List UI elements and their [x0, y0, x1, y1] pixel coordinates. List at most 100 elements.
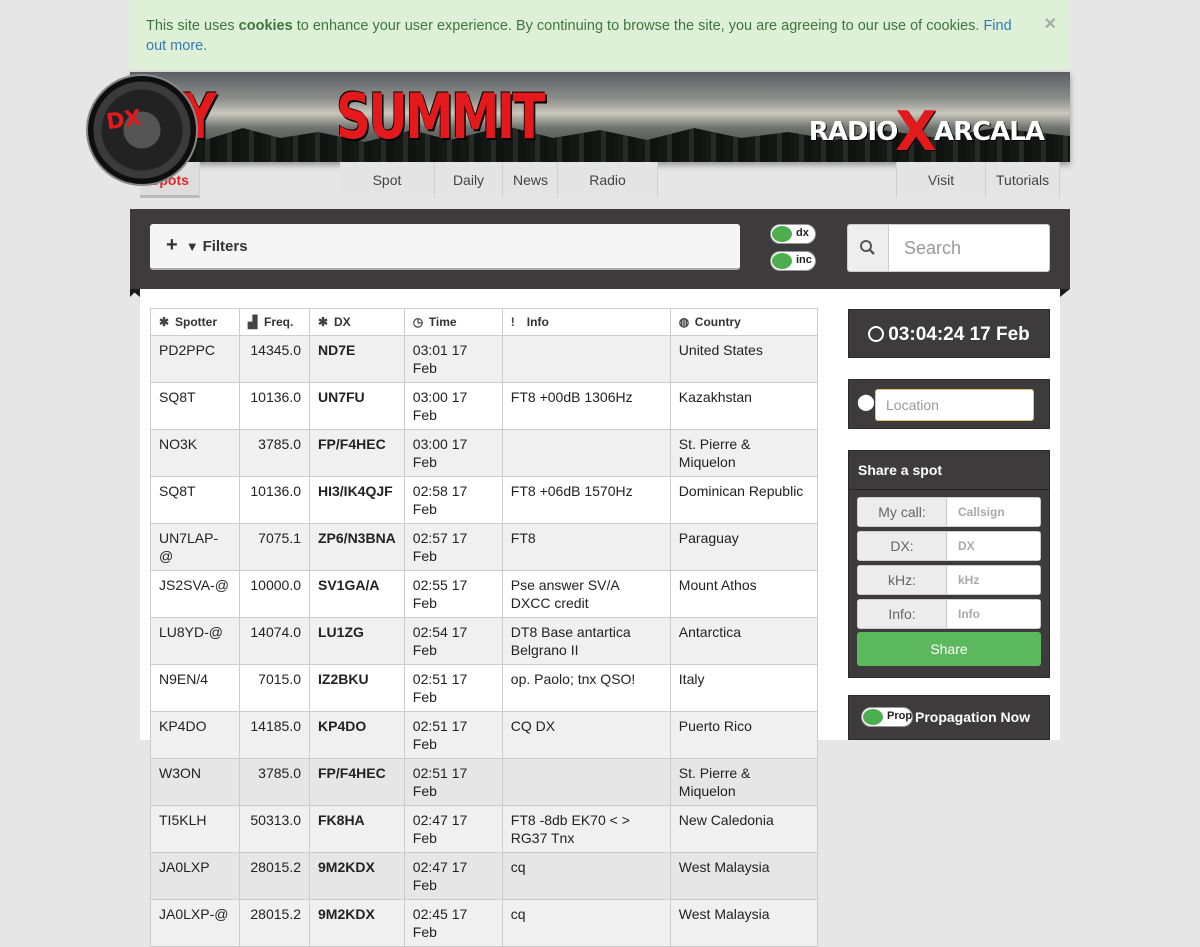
table-row[interactable]: JA0LXP 28015.2 9M2KDX 02:47 17 Feb cq West Ma… [150, 852, 819, 900]
cell-spotter: UN7LAP-@ [150, 523, 240, 571]
cell-info [501, 429, 671, 477]
cell-dx[interactable]: ND7E [309, 335, 405, 383]
cell-country: Italy [669, 664, 819, 712]
cell-dx[interactable]: LU1ZG [309, 617, 405, 665]
search-icon[interactable] [848, 225, 889, 271]
nav-daily-dx[interactable]: Daily DX [435, 162, 503, 224]
col-dx-label: DX [334, 315, 351, 329]
cell-country: United States [669, 335, 819, 383]
site-banner: MY SUMMIT RADIOXARCALA [130, 72, 1070, 162]
table-row[interactable]: SQ8T 10136.0 UN7FU 03:00 17 Feb FT8 +00dB 13… [150, 382, 819, 430]
cell-country: West Malaysia [669, 852, 819, 900]
table-row[interactable]: N9EN/4 7015.0 IZ2BKU 02:51 17 Feb op. Paolo;… [150, 664, 819, 712]
cell-time: 02:47 17 Feb [403, 805, 503, 853]
cell-country: Paraguay [669, 523, 819, 571]
khz-label: kHz: [858, 566, 947, 594]
cell-info [501, 335, 671, 383]
prop-toggle-label: Prop [887, 710, 913, 722]
table-row[interactable]: NO3K 3785.0 FP/F4HEC 03:00 17 Feb St. Pierre… [150, 429, 819, 477]
utc-clock: 03:04:24 17 Feb [848, 309, 1050, 358]
cell-dx[interactable]: 9M2KDX [309, 852, 405, 900]
cookie-text-after: to enhance your user experience. By cont… [292, 18, 984, 34]
dx-input[interactable] [948, 532, 1040, 560]
info-label: Info: [858, 600, 947, 628]
nav-visit-azores[interactable]: Visit Azores [896, 162, 986, 224]
table-row[interactable]: JS2SVA-@ 10000.0 SV1GA/A 02:55 17 Feb Pse an… [150, 570, 819, 618]
filters-button[interactable]: + ▼ Filters [150, 224, 740, 270]
table-row[interactable]: KP4DO 14185.0 KP4DO 02:51 17 Feb CQ DX Puerto… [150, 711, 819, 759]
col-info[interactable]: ! Info [501, 308, 671, 336]
col-info-label: Info [526, 315, 549, 329]
map-pin-icon: ⬤ [857, 394, 875, 411]
cell-dx[interactable]: 9M2KDX [309, 899, 405, 947]
info-input[interactable] [948, 600, 1040, 628]
cell-time: 03:00 17 Feb [403, 429, 503, 477]
radio-logo-x: X [895, 100, 937, 162]
cell-info: FT8 +06dB 1570Hz [501, 476, 671, 524]
khz-input[interactable] [948, 566, 1040, 594]
cell-dx[interactable]: HI3/IK4QJF [309, 476, 405, 524]
table-row[interactable]: PD2PPC 14345.0 ND7E 03:01 17 Feb United Stat… [150, 335, 819, 383]
cell-spotter: JA0LXP [150, 852, 240, 900]
search-input[interactable] [890, 225, 1046, 271]
close-icon[interactable]: × [1044, 14, 1056, 34]
nav-tutorials[interactable]: Tutorials [986, 162, 1060, 198]
nav-radio-arcala[interactable]: Radio Arcala [558, 162, 658, 224]
table-row[interactable]: W3ON 3785.0 FP/F4HEC 02:51 17 Feb St. Pierre… [150, 758, 819, 806]
cell-info: FT8 +00dB 1306Hz [501, 382, 671, 430]
cell-info: cq [501, 899, 671, 947]
nav-news[interactable]: News [503, 162, 558, 198]
clock-icon [868, 326, 885, 342]
cell-country: Kazakhstan [669, 382, 819, 430]
radio-arcala-logo[interactable]: RADIOXARCALA [809, 100, 1045, 162]
col-country[interactable]: ◍ Country [669, 308, 819, 336]
cell-spotter: NO3K [150, 429, 240, 477]
cell-dx[interactable]: UN7FU [309, 382, 405, 430]
cell-dx[interactable]: KP4DO [309, 711, 405, 759]
nav-spot-search[interactable]: Spot Search [340, 162, 435, 224]
cell-spotter: KP4DO [150, 711, 240, 759]
dx-toggle[interactable]: dx [770, 224, 816, 244]
cookie-bold: cookies [238, 18, 293, 34]
col-time[interactable]: ◷ Time [403, 308, 503, 336]
cell-freq: 7075.1 [239, 523, 310, 571]
share-button[interactable]: Share [857, 632, 1041, 666]
cell-time: 02:51 17 Feb [403, 711, 503, 759]
cell-time: 02:47 17 Feb [403, 852, 503, 900]
cell-info: CQ DX [501, 711, 671, 759]
table-row[interactable]: SQ8T 10136.0 HI3/IK4QJF 02:58 17 Feb FT8 +06… [150, 476, 819, 524]
my-call-input[interactable] [948, 498, 1040, 526]
cookie-notice: This site uses cookies to enhance your u… [130, 0, 1070, 70]
cell-dx[interactable]: SV1GA/A [309, 570, 405, 618]
cell-info: Pse answer SV/A DXCC credit [501, 570, 671, 618]
location-input[interactable] [875, 389, 1034, 421]
filters-label: Filters [202, 238, 248, 255]
col-freq[interactable]: ▟ Freq. [239, 308, 310, 336]
cell-dx[interactable]: ZP6/N3BNA [309, 523, 405, 571]
cell-dx[interactable]: FP/F4HEC [309, 758, 405, 806]
cell-time: 02:54 17 Feb [403, 617, 503, 665]
table-row[interactable]: UN7LAP-@ 7075.1 ZP6/N3BNA 02:57 17 Feb FT8 Pa… [150, 523, 819, 571]
satellite-icon: ✱ [318, 315, 329, 329]
cell-dx[interactable]: IZ2BKU [309, 664, 405, 712]
cell-dx[interactable]: FK8HA [309, 805, 405, 853]
cell-time: 02:51 17 Feb [403, 664, 503, 712]
col-spotter[interactable]: ✱ Spotter [150, 308, 240, 336]
cell-spotter: SQ8T [150, 382, 240, 430]
inc-toggle[interactable]: inc [770, 251, 816, 271]
cell-freq: 28015.2 [239, 899, 310, 947]
radio-logo-part2: ARCALA [933, 117, 1045, 147]
col-dx[interactable]: ✱ DX [309, 308, 405, 336]
prop-toggle[interactable]: Prop [861, 707, 913, 727]
cell-country: Antarctica [669, 617, 819, 665]
cell-freq: 10136.0 [239, 382, 310, 430]
table-row[interactable]: LU8YD-@ 14074.0 LU1ZG 02:54 17 Feb DT8 Base … [150, 617, 819, 665]
cell-dx[interactable]: FP/F4HEC [309, 429, 405, 477]
propagation-title: Propagation Now [915, 709, 1031, 725]
cell-freq: 10136.0 [239, 476, 310, 524]
cookie-text-before: This site uses [146, 18, 239, 34]
cell-country: St. Pierre & Miquelon [669, 758, 819, 806]
table-row[interactable]: TI5KLH 50313.0 FK8HA 02:47 17 Feb FT8 -8db E… [150, 805, 819, 853]
table-row[interactable]: JA0LXP-@ 28015.2 9M2KDX 02:45 17 Feb cq West … [150, 899, 819, 947]
table-header-row: ✱ Spotter ▟ Freq. ✱ DX ◷ Time ! Info ◍ Country [150, 308, 819, 336]
